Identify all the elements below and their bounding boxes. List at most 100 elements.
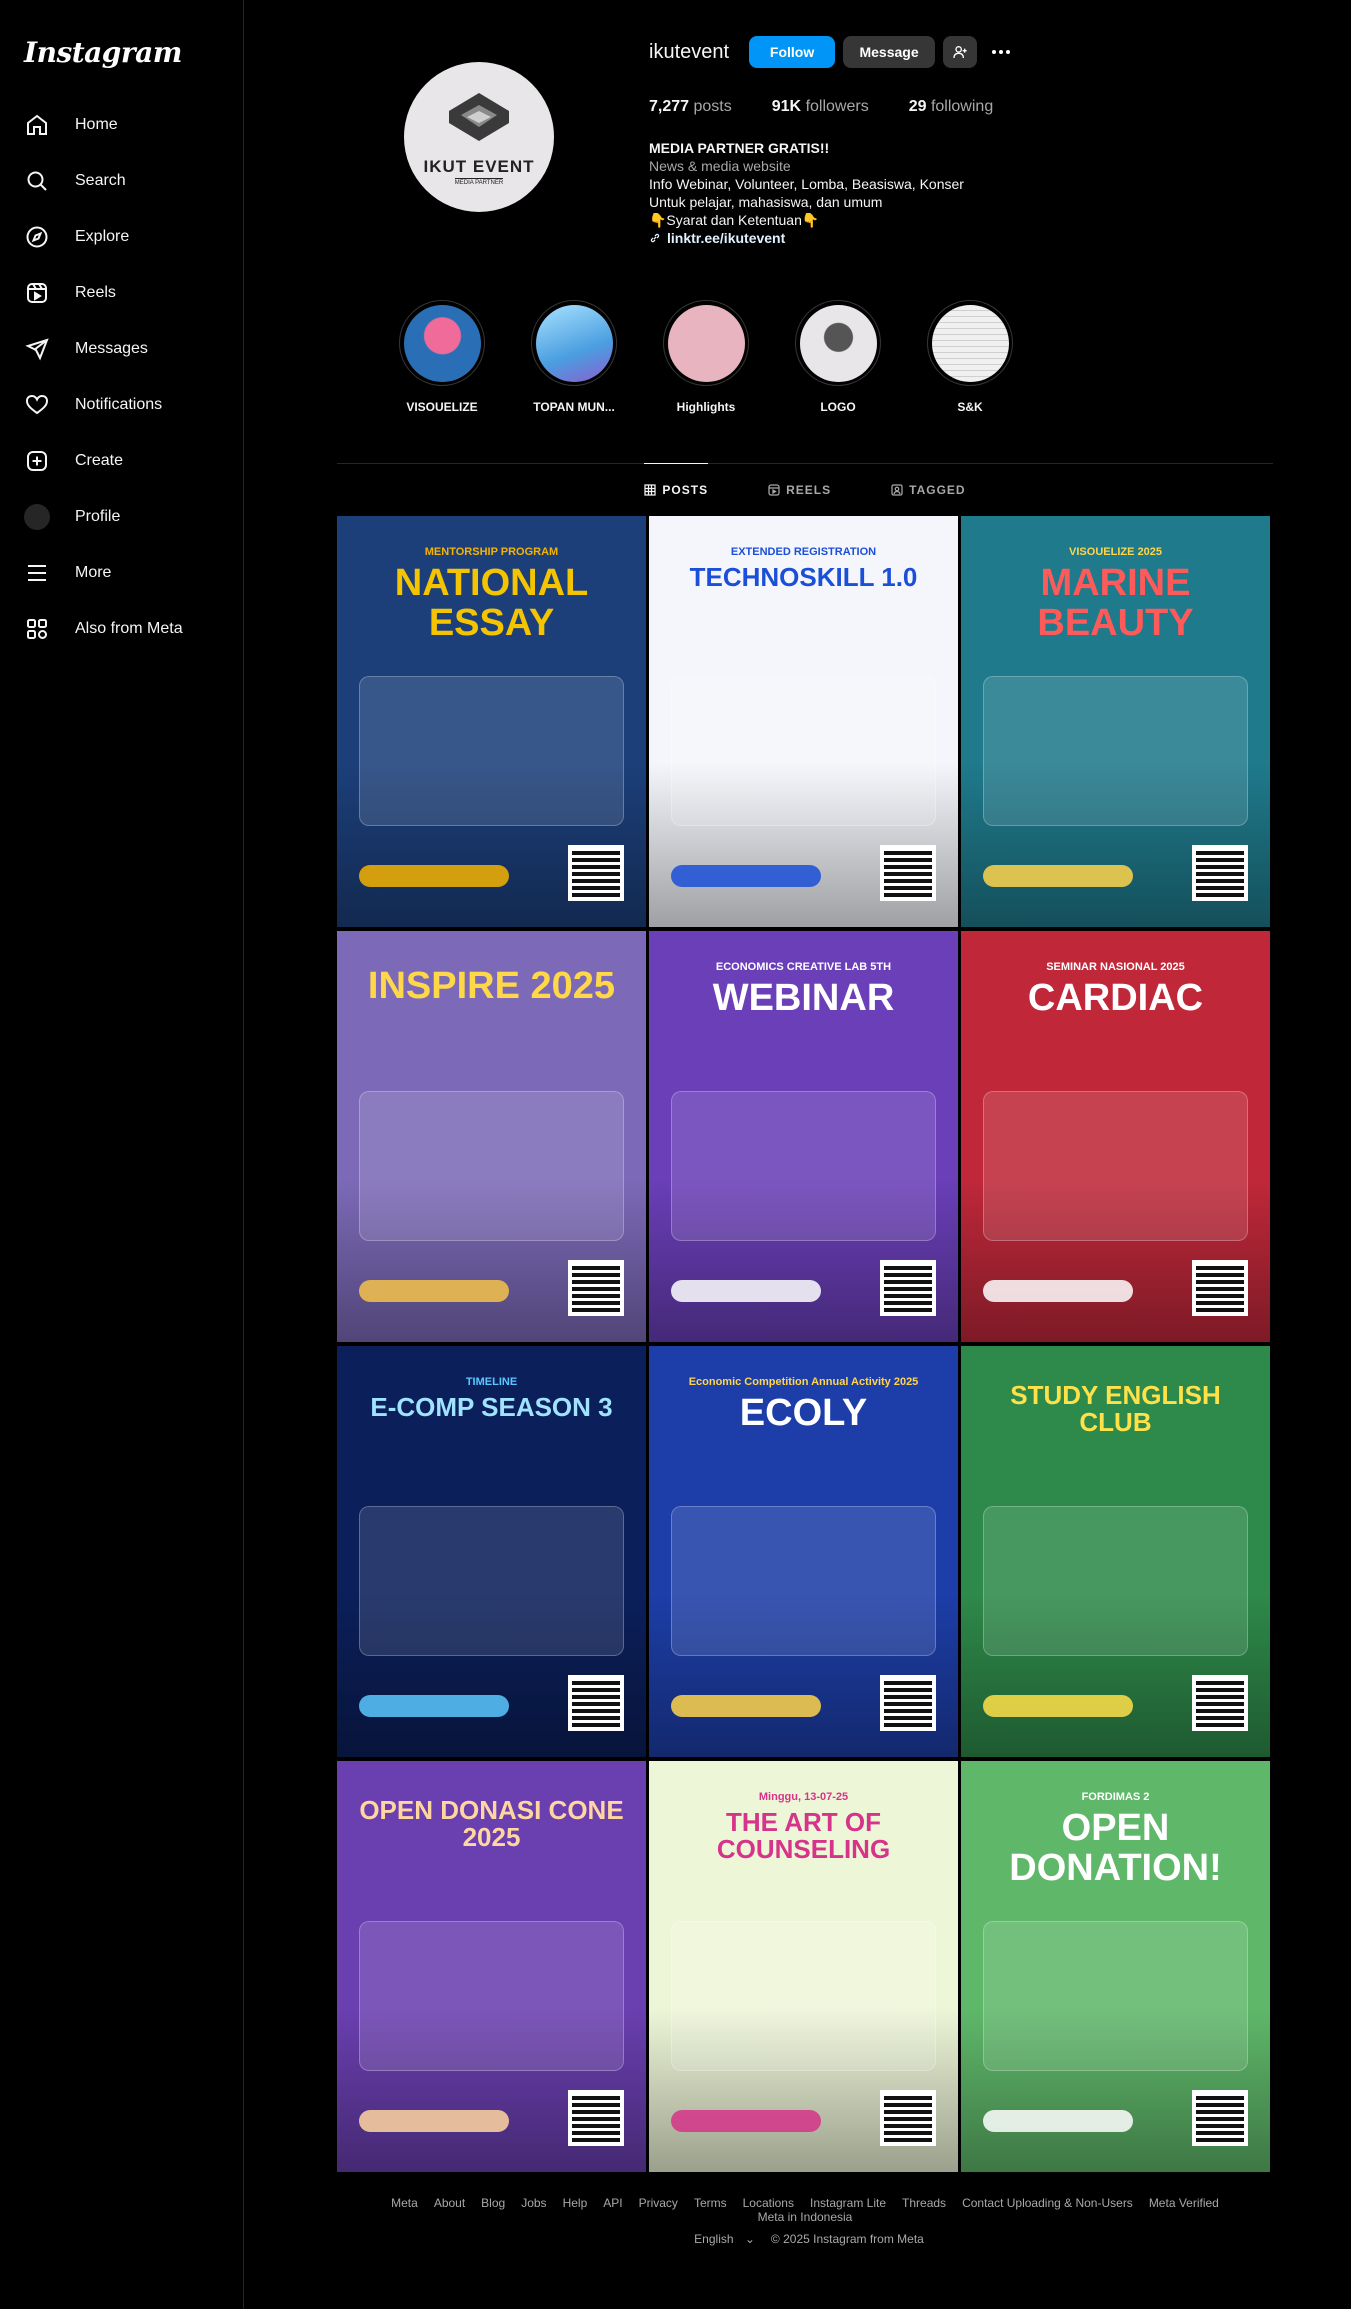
tab-tagged[interactable]: TAGGED: [891, 464, 965, 516]
footer-link[interactable]: Terms: [694, 2196, 727, 2210]
footer-link[interactable]: Instagram Lite: [810, 2196, 886, 2210]
post-subtitle: MENTORSHIP PROGRAM: [424, 546, 559, 558]
bio-category: News & media website: [649, 158, 791, 174]
highlight-item[interactable]: S&K: [904, 300, 1036, 414]
post-subtitle: VISOUELIZE 2025: [1069, 546, 1162, 558]
footer-link[interactable]: Contact Uploading & Non-Users: [962, 2196, 1133, 2210]
highlight-ring: [399, 300, 485, 386]
tab-label: TAGGED: [909, 483, 966, 497]
footer-link[interactable]: Meta: [391, 2196, 418, 2210]
qr-code-icon: [880, 1675, 936, 1731]
post-tile[interactable]: SEMINAR NASIONAL 2025 CARDIAC: [961, 931, 1270, 1342]
avatar-icon: [24, 504, 50, 530]
sidebar-item-notifications[interactable]: Notifications: [12, 381, 232, 429]
instagram-logo[interactable]: Instagram: [24, 36, 182, 69]
footer-link[interactable]: About: [434, 2196, 465, 2210]
post-content-block: [671, 676, 936, 826]
post-tile[interactable]: MENTORSHIP PROGRAM NATIONAL ESSAY: [337, 516, 646, 927]
more-options-icon[interactable]: [985, 36, 1017, 68]
following-stat[interactable]: 29 following: [909, 98, 994, 116]
reels-icon: [24, 280, 50, 306]
highlight-thumbnail: [931, 304, 1009, 382]
link-icon: [650, 233, 660, 243]
profile-header-row: ikutevent Follow Message: [649, 36, 1017, 68]
sidebar-item-create[interactable]: Create: [12, 437, 232, 485]
footer-link[interactable]: API: [603, 2196, 622, 2210]
sidebar-item-label: Explore: [75, 228, 130, 245]
sidebar-item-home[interactable]: Home: [12, 101, 232, 149]
post-accent-bar: [983, 2110, 1133, 2132]
bio-link[interactable]: linktr.ee/ikutevent: [649, 229, 1049, 247]
post-subtitle: Minggu, 13-07-25: [758, 1791, 849, 1803]
home-icon: [24, 112, 50, 138]
tab-posts[interactable]: POSTS: [644, 463, 709, 515]
post-subtitle: EXTENDED REGISTRATION: [730, 546, 877, 558]
sidebar-item-messages[interactable]: Messages: [12, 325, 232, 373]
highlight-label: S&K: [957, 400, 983, 414]
tab-reels[interactable]: REELS: [768, 464, 831, 516]
post-tile[interactable]: Economic Competition Annual Activity 202…: [649, 1346, 958, 1757]
posts-count: 7,277: [649, 98, 690, 115]
post-tile[interactable]: INSPIRE 2025: [337, 931, 646, 1342]
footer-link[interactable]: Threads: [902, 2196, 946, 2210]
footer-link[interactable]: Blog: [481, 2196, 505, 2210]
posts-stat: 7,277 posts: [649, 98, 732, 116]
post-tile[interactable]: EXTENDED REGISTRATION TECHNOSKILL 1.0: [649, 516, 958, 927]
post-content-block: [671, 1506, 936, 1656]
footer-link[interactable]: Meta in Indonesia: [758, 2210, 853, 2224]
post-tile[interactable]: Minggu, 13-07-25 THE ART OF COUNSELING: [649, 1761, 958, 2172]
followers-count: 91K: [771, 98, 802, 115]
qr-code-icon: [568, 2090, 624, 2146]
qr-code-icon: [568, 1260, 624, 1316]
post-tile[interactable]: TIMELINE E-COMP SEASON 3: [337, 1346, 646, 1757]
search-icon: [24, 168, 50, 194]
post-tile[interactable]: STUDY ENGLISH CLUB: [961, 1346, 1270, 1757]
suggested-users-button[interactable]: [943, 36, 978, 68]
post-accent-bar: [983, 865, 1133, 887]
language-select[interactable]: English ⌄: [686, 2232, 755, 2246]
post-content-block: [359, 1921, 624, 2071]
post-subtitle: TIMELINE: [465, 1376, 518, 1388]
sidebar-item-also-from-meta[interactable]: Also from Meta: [12, 605, 232, 653]
footer-link[interactable]: Help: [563, 2196, 588, 2210]
post-content-block: [671, 1091, 936, 1241]
message-button[interactable]: Message: [843, 36, 936, 68]
post-tile[interactable]: FORDIMAS 2 OPEN DONATION!: [961, 1761, 1270, 2172]
post-tile[interactable]: VISOUELIZE 2025 MARINE BEAUTY: [961, 516, 1270, 927]
post-tile[interactable]: OPEN DONASI CONE 2025: [337, 1761, 646, 2172]
post-tile[interactable]: ECONOMICS CREATIVE LAB 5TH WEBINAR: [649, 931, 958, 1342]
qr-code-icon: [1192, 1260, 1248, 1316]
tag-icon: [891, 484, 903, 496]
sidebar: Instagram Home Search Explore Reels Mess…: [0, 0, 244, 2309]
profile-bio: MEDIA PARTNER GRATIS!! News & media webs…: [649, 139, 1049, 247]
sidebar-item-reels[interactable]: Reels: [12, 269, 232, 317]
follow-button[interactable]: Follow: [749, 36, 836, 68]
highlight-item[interactable]: LOGO: [772, 300, 904, 414]
footer-link[interactable]: Jobs: [521, 2196, 546, 2210]
sidebar-item-profile[interactable]: Profile: [12, 493, 232, 541]
profile-avatar[interactable]: IKUT EVENT MEDIA PARTNER: [404, 62, 554, 212]
highlight-item[interactable]: TOPAN MUN...: [508, 300, 640, 414]
post-title: ECOLY: [739, 1392, 868, 1434]
sidebar-item-more[interactable]: More: [12, 549, 232, 597]
tab-label: REELS: [786, 483, 832, 497]
avatar-brand-text: IKUT EVENT: [423, 156, 535, 176]
highlight-item[interactable]: VISOUELIZE: [376, 300, 508, 414]
profile-stats: 7,277 posts 91K followers 29 following: [649, 98, 1033, 116]
bio-line: Info Webinar, Volunteer, Lomba, Beasiswa…: [649, 176, 964, 192]
highlight-ring: [795, 300, 881, 386]
qr-code-icon: [1192, 1675, 1248, 1731]
highlight-item[interactable]: Highlights: [640, 300, 772, 414]
posts-grid: MENTORSHIP PROGRAM NATIONAL ESSAY EXTENDED…: [337, 516, 1270, 2172]
footer-link[interactable]: Privacy: [639, 2196, 678, 2210]
post-subtitle: ECONOMICS CREATIVE LAB 5TH: [715, 961, 892, 973]
highlight-ring: [663, 300, 749, 386]
footer-link[interactable]: Meta Verified: [1149, 2196, 1219, 2210]
sidebar-item-search[interactable]: Search: [12, 157, 232, 205]
followers-stat[interactable]: 91K followers: [772, 98, 869, 116]
sidebar-item-explore[interactable]: Explore: [12, 213, 232, 261]
post-title: MARINE BEAUTY: [1037, 562, 1194, 644]
post-title: STUDY ENGLISH CLUB: [1010, 1380, 1221, 1438]
following-count: 29: [908, 98, 927, 115]
footer-link[interactable]: Locations: [743, 2196, 794, 2210]
